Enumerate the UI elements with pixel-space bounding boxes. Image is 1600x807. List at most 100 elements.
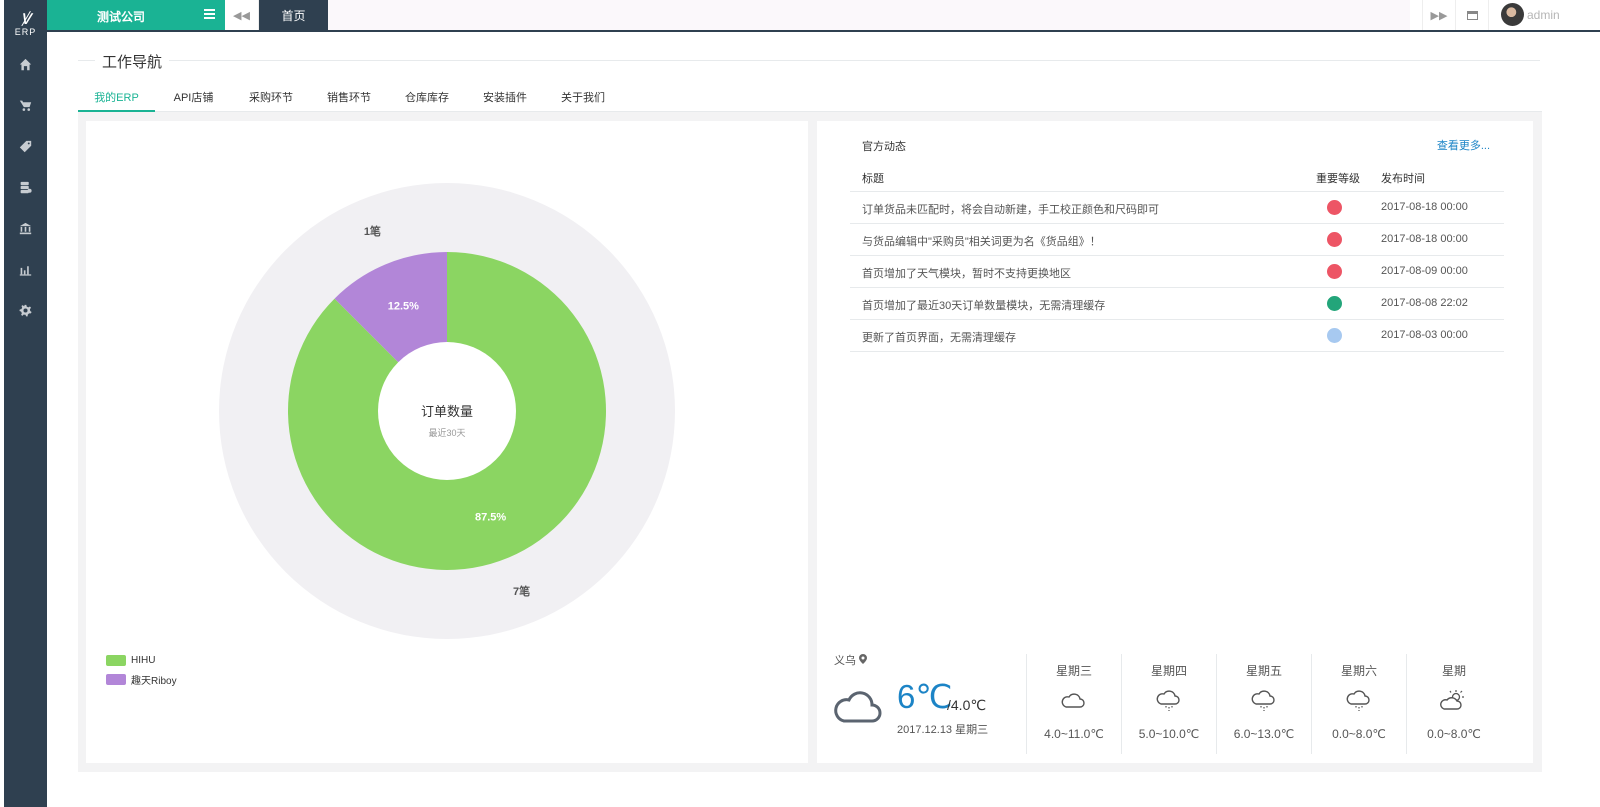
importance-dot [1327, 296, 1342, 311]
home-icon [19, 58, 32, 71]
weather-current-temp: 6℃ [897, 678, 953, 715]
legend-item-riboy[interactable]: 趣天Riboy [106, 670, 177, 689]
forecast-day: 星期 0.0~8.0℃ [1406, 654, 1501, 754]
tab-plugins[interactable]: 安装插件 [466, 83, 544, 112]
top-bar: 测试公司 ◀◀ 首页 ▶▶ admin [47, 0, 1600, 32]
table-row[interactable]: 更新了首页界面，无需清理缓存 2017-08-03 00:00 [850, 320, 1504, 352]
news-time-cell: 2017-08-09 00:00 [1381, 265, 1468, 277]
tab-sales[interactable]: 销售环节 [310, 83, 388, 112]
tab-warehouse[interactable]: 仓库库存 [388, 83, 466, 112]
orders-donut-chart: 订单数量 最近30天 87.5% 7笔 12.5% 1笔 [219, 183, 675, 639]
weather-date: 2017.12.13 星期三 [897, 724, 989, 736]
forecast-day: 星期四 5.0~10.0℃ [1121, 654, 1216, 754]
tab-scroll-right-button[interactable]: ▶▶ [1422, 0, 1455, 30]
table-row[interactable]: 订单货品未匹配时，将会自动新建，手工校正颜色和尺码即可 2017-08-18 00… [850, 192, 1504, 224]
legend-label: 趣天Riboy [131, 676, 177, 687]
forecast-day: 星期五 6.0~13.0℃ [1216, 654, 1311, 754]
weather-widget: 义乌 6℃ /4.0℃ 2017.12.13 星期三 星期三 4.0~11.0℃ 星… [817, 649, 1533, 763]
tag-icon [19, 140, 32, 153]
legend-swatch [106, 655, 126, 666]
sidebar-item-database[interactable] [4, 167, 47, 208]
slice-count-label: 7笔 [513, 584, 530, 598]
partly-sunny-icon [1407, 689, 1501, 715]
chart-subtitle: 最近30天 [428, 427, 465, 438]
forecast-temp-range: 4.0~11.0℃ [1044, 727, 1104, 741]
forecast-day-name: 星期五 [1245, 664, 1282, 678]
legend-swatch [106, 674, 126, 685]
column-header-time: 发布时间 [1381, 173, 1425, 185]
tab-home[interactable]: 首页 [259, 0, 328, 30]
news-table-header: 标题 重要等级 发布时间 [850, 167, 1504, 192]
section-divider [78, 60, 1540, 61]
orders-chart-panel: 订单数量 最近30天 87.5% 7笔 12.5% 1笔 HIHU 趣天Riboy [86, 121, 808, 763]
forecast-temp-range: 0.0~8.0℃ [1427, 727, 1481, 741]
news-time-cell: 2017-08-08 22:02 [1381, 297, 1468, 309]
tab-scroll-left-button[interactable]: ◀◀ [225, 0, 259, 30]
news-weather-panel: 官方动态 查看更多... 标题 重要等级 发布时间 订单货品未匹配时，将会自动新… [817, 121, 1533, 763]
news-title-cell[interactable]: 与货品编辑中"采购员"相关词更为名《货品组》！ [862, 233, 1101, 249]
tab-purchasing[interactable]: 采购环节 [232, 83, 310, 112]
news-title-cell[interactable]: 订单货品未匹配时，将会自动新建，手工校正颜色和尺码即可 [862, 201, 1159, 217]
forecast-day-name: 星期四 [1150, 664, 1187, 678]
double-chevron-left-icon: ◀◀ [233, 9, 250, 22]
tab-api-stores[interactable]: API店铺 [155, 83, 232, 112]
weather-low-temp: /4.0℃ [947, 697, 987, 713]
left-icon-bar: ꝟ ERP [4, 0, 47, 807]
sidebar-item-settings[interactable] [4, 290, 47, 331]
slice-percent-label: 87.5% [475, 511, 506, 523]
news-title-cell[interactable]: 更新了首页界面，无需清理缓存 [862, 329, 1016, 345]
forecast-day-name: 星期六 [1340, 664, 1377, 678]
company-header: 测试公司 [47, 0, 225, 30]
user-menu[interactable]: admin [1488, 0, 1600, 30]
menu-toggle-icon[interactable] [204, 9, 215, 20]
chart-title: 订单数量 [421, 404, 473, 419]
forecast-temp-range: 5.0~10.0℃ [1138, 727, 1200, 741]
table-row[interactable]: 与货品编辑中"采购员"相关词更为名《货品组》！ 2017-08-18 00:00 [850, 224, 1504, 256]
sidebar-item-tag[interactable] [4, 126, 47, 167]
cloud-icon [1027, 689, 1121, 715]
nav-tabs: 我的ERP API店铺 采购环节 销售环节 仓库库存 安装插件 关于我们 [78, 83, 1542, 112]
sidebar-item-home[interactable] [4, 44, 47, 85]
slice-percent-label: 12.5% [388, 301, 419, 313]
column-header-level: 重要等级 [1316, 173, 1360, 185]
page-title: 工作导航 [95, 51, 170, 72]
forecast-day-name: 星期三 [1055, 664, 1092, 678]
cloud-icon [834, 691, 882, 723]
rain-cloud-icon [1217, 689, 1311, 715]
sidebar-item-cart[interactable] [4, 85, 47, 126]
double-chevron-right-icon: ▶▶ [1430, 9, 1448, 22]
news-time-cell: 2017-08-03 00:00 [1381, 329, 1468, 341]
bar-chart-icon [19, 266, 32, 276]
table-row[interactable]: 首页增加了天气模块，暂时不支持更换地区 2017-08-09 00:00 [850, 256, 1504, 288]
legend-item-hihu[interactable]: HIHU [106, 651, 177, 670]
slice-count-label: 1笔 [364, 224, 381, 238]
table-row[interactable]: 首页增加了最近30天订单数量模块，无需清理缓存 2017-08-08 22:02 [850, 288, 1504, 320]
gear-icon [19, 304, 32, 317]
sidebar-item-reports[interactable] [4, 249, 47, 290]
bank-icon [19, 222, 32, 235]
company-name: 测试公司 [97, 10, 146, 24]
news-title: 官方动态 [862, 141, 906, 153]
logo-mark: ꝟ [20, 5, 31, 29]
avatar [1501, 3, 1524, 26]
news-title-cell[interactable]: 首页增加了最近30天订单数量模块，无需清理缓存 [862, 297, 1105, 313]
tab-my-erp[interactable]: 我的ERP [78, 83, 155, 112]
news-table: 标题 重要等级 发布时间 订单货品未匹配时，将会自动新建，手工校正颜色和尺码即可… [850, 167, 1504, 352]
importance-dot [1327, 264, 1342, 279]
news-time-cell: 2017-08-18 00:00 [1381, 233, 1468, 245]
rain-cloud-icon [1122, 689, 1216, 715]
window-button[interactable] [1455, 0, 1488, 30]
database-icon [20, 181, 32, 194]
news-title-cell[interactable]: 首页增加了天气模块，暂时不支持更换地区 [862, 265, 1071, 281]
forecast-day: 星期六 0.0~8.0℃ [1311, 654, 1406, 754]
chart-legend: HIHU 趣天Riboy [106, 651, 177, 689]
forecast-temp-range: 0.0~8.0℃ [1332, 727, 1386, 741]
sidebar-item-bank[interactable] [4, 208, 47, 249]
weather-city-name: 义乌 [834, 655, 856, 667]
forecast-day-name: 星期 [1441, 664, 1466, 678]
map-pin-icon [859, 654, 868, 664]
news-more-link[interactable]: 查看更多... [1437, 137, 1490, 153]
tab-about[interactable]: 关于我们 [544, 83, 622, 112]
column-header-title: 标题 [862, 173, 884, 185]
tab-strip [328, 0, 1410, 30]
